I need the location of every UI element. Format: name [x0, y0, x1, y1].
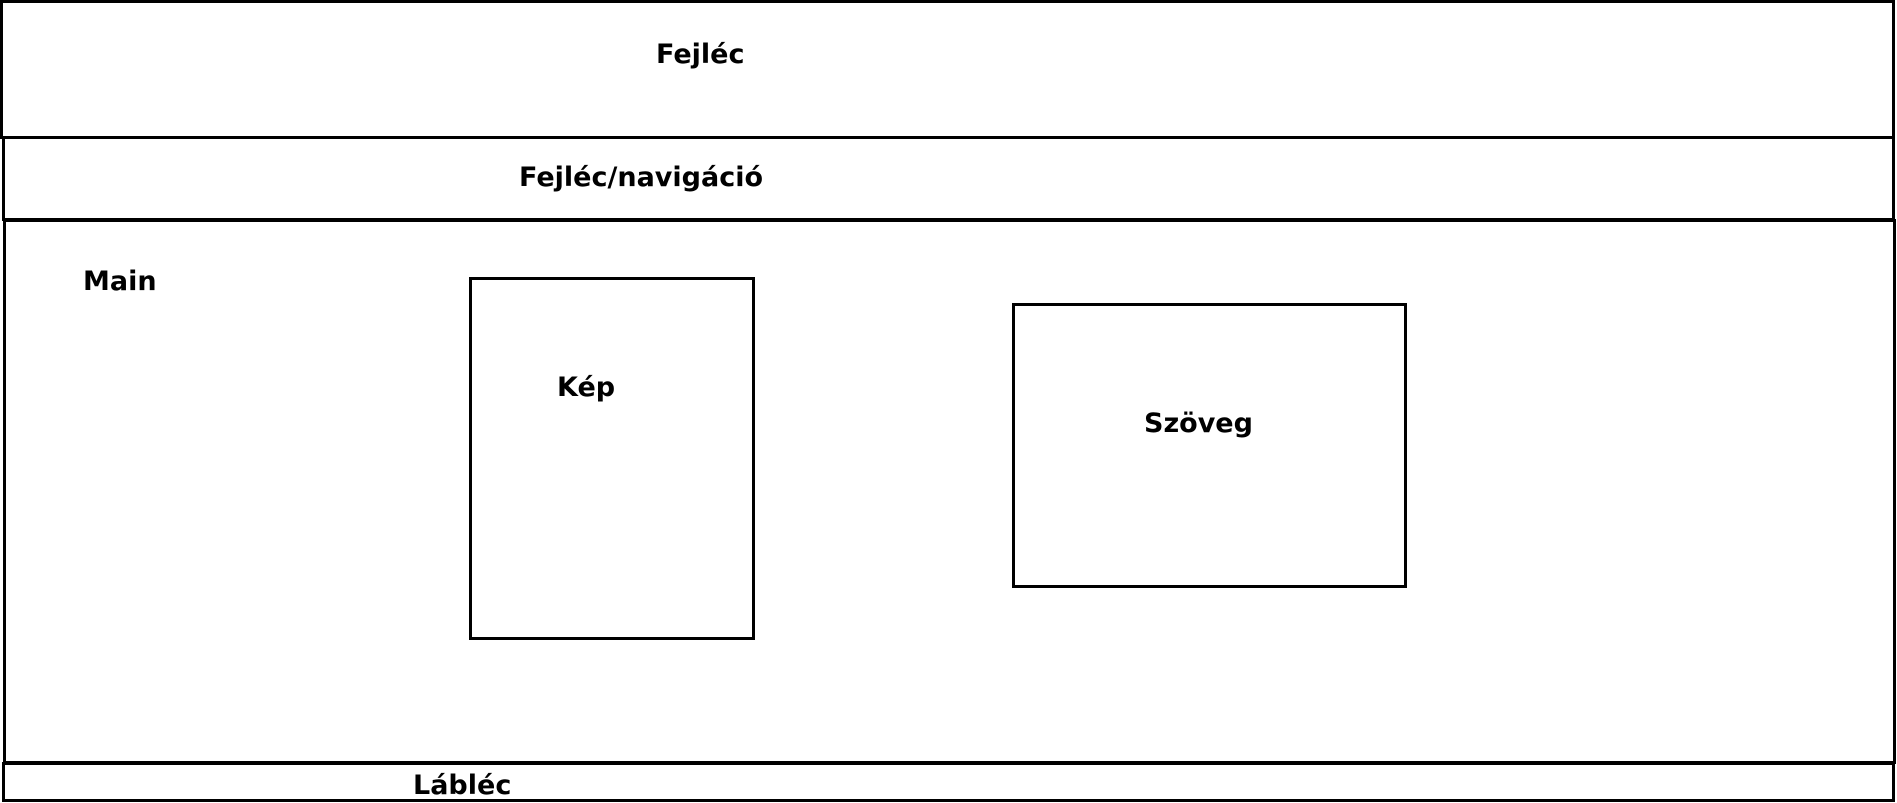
- footer-label: Lábléc: [413, 770, 512, 801]
- header-section: [0, 0, 1895, 139]
- main-section: [3, 219, 1896, 764]
- image-label: Kép: [557, 372, 616, 403]
- header-label: Fejléc: [656, 39, 745, 70]
- nav-label: Fejléc/navigáció: [519, 162, 764, 193]
- text-label: Szöveg: [1144, 408, 1253, 439]
- main-label: Main: [83, 266, 157, 297]
- text-placeholder: [1012, 303, 1407, 588]
- footer-section: [2, 762, 1895, 802]
- nav-section: [2, 136, 1895, 221]
- layout-wireframe: Fejléc Fejléc/navigáció Main Kép Szöveg …: [0, 0, 1897, 803]
- image-placeholder: [469, 277, 755, 640]
